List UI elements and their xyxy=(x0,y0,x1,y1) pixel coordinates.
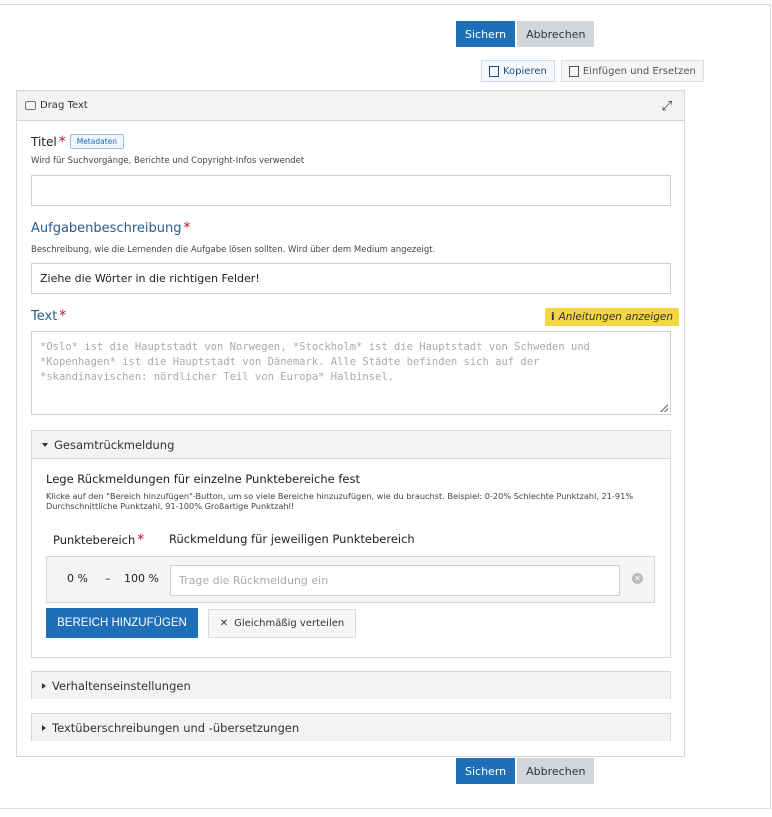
info-icon: i xyxy=(551,311,555,323)
overall-feedback-group: Gesamtrückmeldung Lege Rückmeldungen für… xyxy=(31,430,671,658)
show-instructions-label: Anleitungen anzeigen xyxy=(558,311,674,323)
feedback-heading: Lege Rückmeldungen für einzelne Punktebe… xyxy=(46,472,360,486)
task-input[interactable]: Ziehe die Wörter in die richtigen Felder… xyxy=(31,263,671,294)
resize-handle[interactable] xyxy=(660,404,668,412)
close-icon: ✕ xyxy=(219,618,229,629)
paste-icon xyxy=(568,65,579,77)
overall-feedback-header[interactable]: Gesamtrückmeldung xyxy=(32,431,670,459)
range-from: 0 % xyxy=(67,572,88,585)
caret-right-icon xyxy=(42,682,46,689)
translations-title: Textüberschreibungen und -übersetzungen xyxy=(52,720,300,735)
title-input[interactable] xyxy=(31,175,671,206)
range-row: 0 % – 100 % Trage die Rückmeldung ein ✕ xyxy=(46,556,655,603)
range-separator: – xyxy=(105,572,111,585)
translations-group: Textüberschreibungen und -übersetzungen xyxy=(31,713,671,741)
distribute-evenly-label: Gleichmäßig verteilen xyxy=(234,618,345,629)
range-to: 100 % xyxy=(124,572,159,585)
distribute-evenly-button[interactable]: ✕ Gleichmäßig verteilen xyxy=(208,609,356,638)
save-button[interactable]: Sichern xyxy=(456,758,516,784)
remove-range-icon[interactable]: ✕ xyxy=(632,573,643,584)
show-instructions-button[interactable]: i Anleitungen anzeigen xyxy=(545,308,680,326)
cancel-button[interactable]: Abbrechen xyxy=(517,21,595,47)
library-icon xyxy=(25,101,36,110)
fullscreen-icon[interactable]: ⤢ xyxy=(662,99,672,114)
caret-down-icon xyxy=(42,442,48,447)
behaviour-title: Verhaltenseinstellungen xyxy=(52,678,191,693)
text-textarea[interactable]: *Oslo* ist die Hauptstadt von Norwegen, … xyxy=(31,331,671,415)
add-range-button[interactable]: BEREICH HINZUFÜGEN xyxy=(46,608,198,638)
text-label: Text * xyxy=(31,308,66,324)
copy-label: Kopieren xyxy=(503,65,547,77)
title-label: Titel * Metadaten xyxy=(31,134,125,150)
task-help: Beschreibung, wie die Lernenden die Aufg… xyxy=(31,245,436,255)
translations-header[interactable]: Textüberschreibungen und -übersetzungen xyxy=(32,714,670,741)
required-star: * xyxy=(59,308,67,324)
required-star: * xyxy=(58,134,66,150)
feedback-help: Klicke auf den "Bereich hinzufügen"-Butt… xyxy=(46,491,634,511)
top-actions: Sichern Abbrechen xyxy=(456,21,595,47)
text-label-text: Text xyxy=(31,309,58,324)
content-type-panel: Drag Text ⤢ Titel * Metadaten Wird für Suc… xyxy=(16,90,685,757)
range-column-header: Punktebereich * xyxy=(53,532,144,548)
feedback-input[interactable]: Trage die Rückmeldung ein xyxy=(170,565,620,596)
behaviour-group: Verhaltenseinstellungen xyxy=(31,671,671,699)
task-label: Aufgabenbeschreibung * xyxy=(31,220,190,236)
behaviour-header[interactable]: Verhaltenseinstellungen xyxy=(32,672,670,699)
required-star: * xyxy=(137,532,145,548)
paste-replace-button[interactable]: Einfügen und Ersetzen xyxy=(560,60,704,82)
cancel-button[interactable]: Abbrechen xyxy=(517,758,595,784)
panel-header: Drag Text xyxy=(17,91,684,121)
title-label-text: Titel xyxy=(31,135,57,149)
bottom-actions: Sichern Abbrechen xyxy=(456,758,595,784)
copy-paste-bar: Kopieren Einfügen und Ersetzen xyxy=(481,60,704,82)
range-column-label: Punktebereich xyxy=(53,533,136,547)
panel-title: Drag Text xyxy=(40,100,88,111)
copy-button[interactable]: Kopieren xyxy=(481,60,555,82)
save-button[interactable]: Sichern xyxy=(456,21,516,47)
feedback-column-header: Rückmeldung für jeweiligen Punktebereich xyxy=(169,532,415,546)
paste-label: Einfügen und Ersetzen xyxy=(582,65,696,77)
caret-right-icon xyxy=(42,724,46,731)
overall-feedback-title: Gesamtrückmeldung xyxy=(54,437,175,452)
task-label-text: Aufgabenbeschreibung xyxy=(31,221,182,236)
required-star: * xyxy=(183,220,191,236)
title-help: Wird für Suchvorgänge, Berichte und Copy… xyxy=(31,156,305,166)
metadata-button[interactable]: Metadaten xyxy=(69,134,125,149)
copy-icon xyxy=(489,65,499,77)
